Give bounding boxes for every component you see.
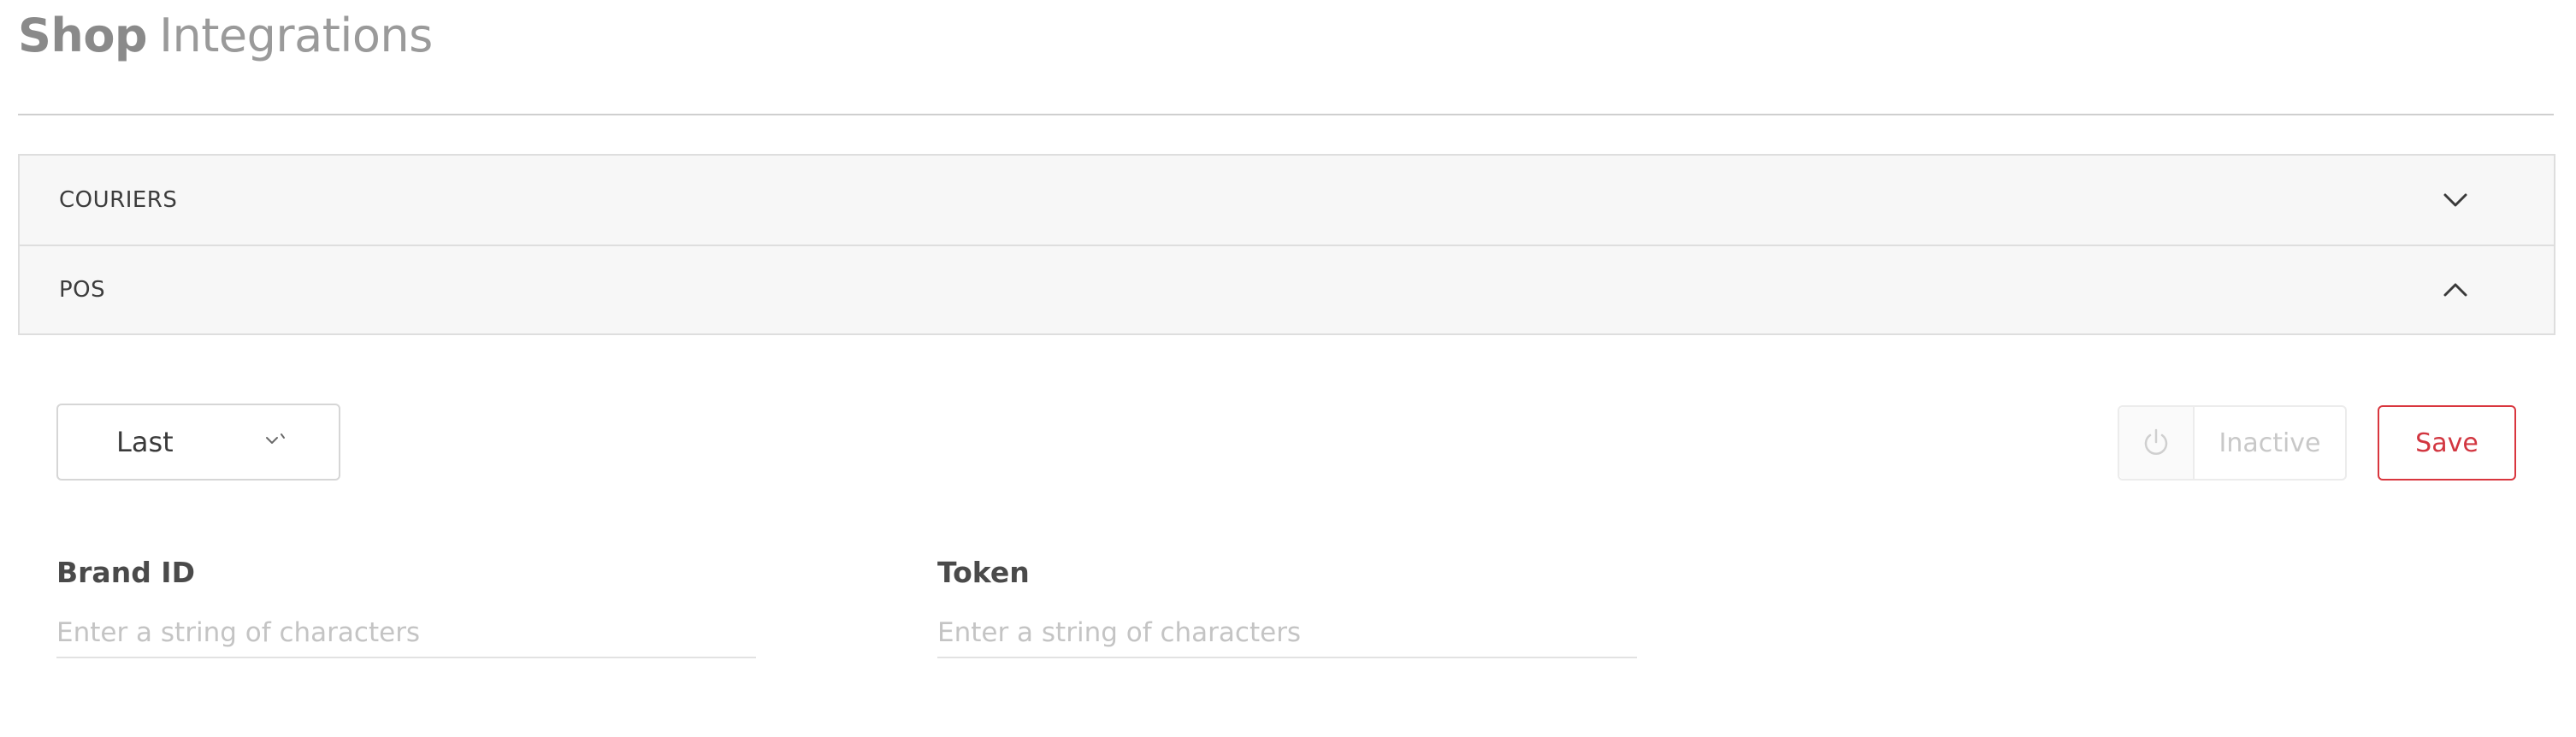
brand-id-field: Brand ID (56, 552, 756, 658)
token-input[interactable] (937, 609, 1637, 658)
accordion-couriers-header[interactable]: COURIERS (20, 156, 2554, 245)
chevron-down-icon (265, 431, 291, 450)
accordion-couriers-label: COURIERS (59, 187, 178, 213)
token-label: Token (937, 556, 1030, 589)
save-button[interactable]: Save (2378, 405, 2516, 481)
power-icon[interactable] (2119, 407, 2195, 479)
page-title-bold: Shop (18, 8, 148, 62)
status-toggle[interactable]: Inactive (2118, 405, 2347, 481)
accordion-pos-header[interactable]: POS (20, 245, 2554, 333)
accordion-pos-label: POS (59, 277, 106, 303)
brand-id-input[interactable] (56, 609, 756, 658)
page-title-light: Integrations (159, 8, 433, 62)
page-title: Shop Integrations (18, 5, 433, 65)
pos-provider-select-value: Last (116, 426, 174, 458)
pos-provider-select[interactable]: Last (56, 404, 340, 481)
status-label: Inactive (2219, 427, 2321, 458)
chevron-up-icon[interactable] (2441, 275, 2470, 304)
integrations-accordion: COURIERS POS (18, 154, 2555, 335)
chevron-down-icon[interactable] (2441, 186, 2470, 215)
brand-id-label: Brand ID (56, 556, 195, 589)
token-field: Token (937, 552, 1637, 658)
header-divider (18, 114, 2554, 115)
